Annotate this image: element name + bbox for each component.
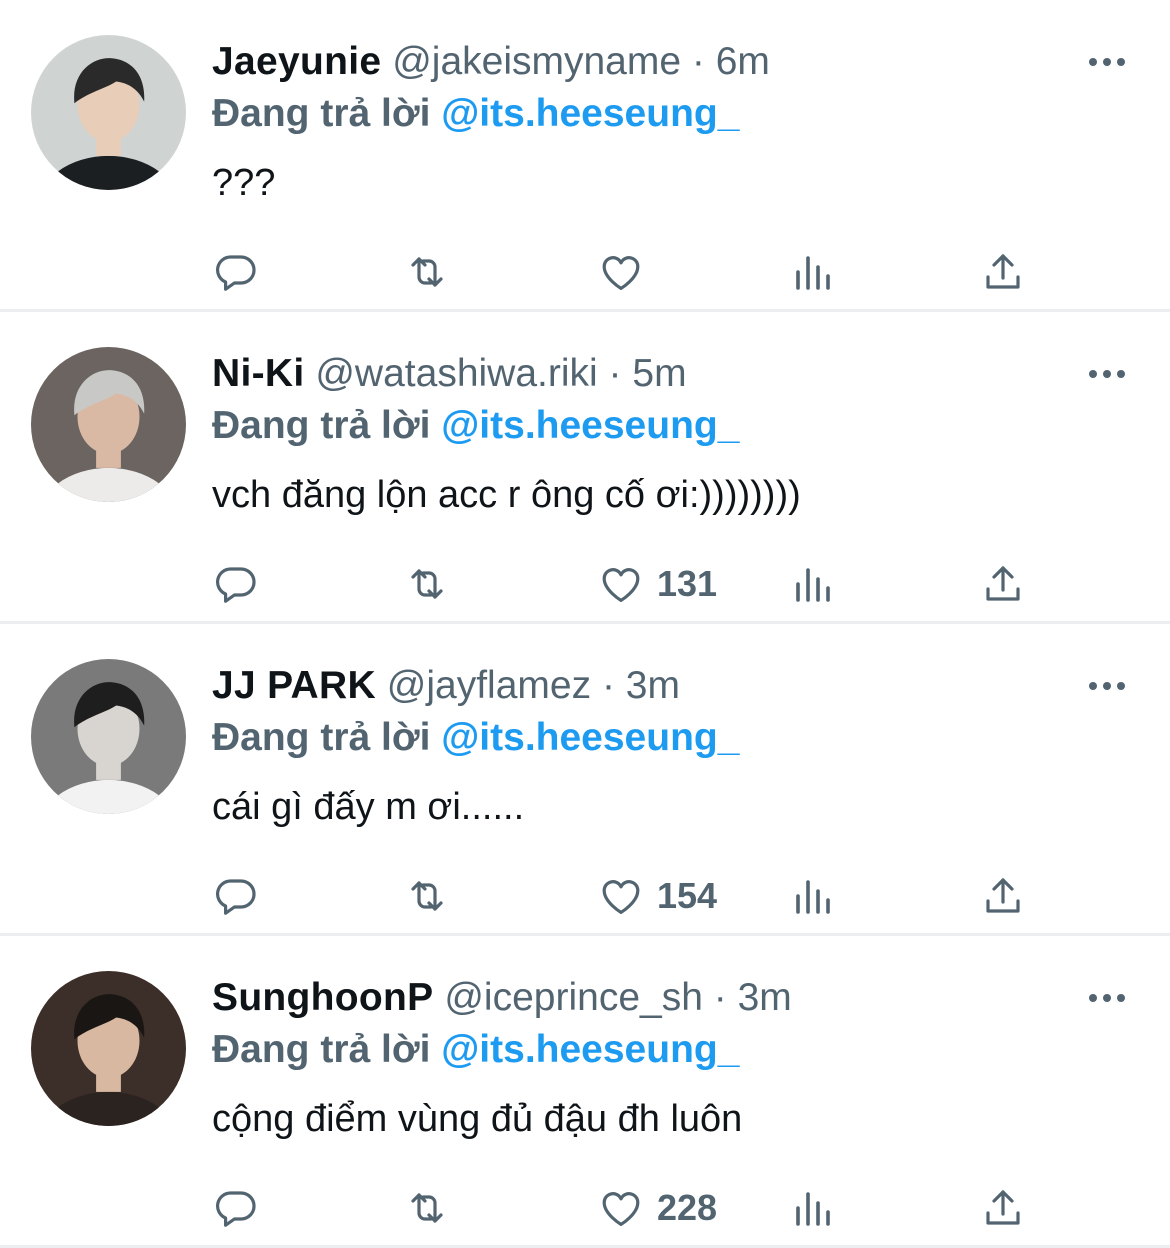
like-count: 154	[657, 875, 718, 916]
avatar[interactable]	[31, 659, 186, 814]
more-icon	[1089, 994, 1125, 1002]
more-button[interactable]	[1086, 50, 1128, 74]
replying-to-label: Đang trả lời	[212, 1028, 431, 1071]
user-handle[interactable]: @watashiwa.riki	[315, 352, 597, 395]
share-icon	[979, 248, 1027, 296]
reply-icon	[212, 872, 260, 920]
tweet-header: Ni-Ki @watashiwa.riki · 5m	[212, 350, 687, 398]
replying-to: Đang trả lời @its.heeseung_	[212, 714, 739, 762]
replying-to-label: Đang trả lời	[212, 92, 431, 135]
separator-dot: ·	[713, 976, 727, 1019]
tweet-text: ???	[212, 162, 276, 204]
tweet-header: SunghoonP @iceprince_sh · 3m	[212, 974, 792, 1022]
like-button[interactable]: 131	[597, 559, 717, 609]
user-handle[interactable]: @iceprince_sh	[444, 976, 703, 1019]
more-button[interactable]	[1086, 362, 1128, 386]
timestamp[interactable]: 5m	[632, 352, 686, 395]
tweet-reply[interactable]: JJ PARK @jayflamez · 3m Đang trả lời @its…	[0, 624, 1170, 936]
mention-link[interactable]: @its.heeseung_	[441, 92, 739, 135]
mention-link[interactable]: @its.heeseung_	[441, 404, 739, 447]
more-button[interactable]	[1086, 674, 1128, 698]
tweet-text: vch đăng lộn acc r ông cố ơi:))))))))	[212, 474, 801, 516]
replying-to: Đang trả lời @its.heeseung_	[212, 90, 739, 138]
retweet-button[interactable]	[403, 871, 451, 921]
tweet-header: Jaeyunie @jakeismyname · 6m	[212, 38, 770, 86]
retweet-icon	[403, 248, 451, 296]
reply-icon	[212, 248, 260, 296]
tweet-reply[interactable]: Jaeyunie @jakeismyname · 6m Đang trả lời …	[0, 0, 1170, 312]
share-button[interactable]	[979, 1183, 1027, 1233]
display-name[interactable]: Jaeyunie	[212, 40, 381, 83]
like-count: 131	[657, 563, 718, 604]
like-icon	[597, 872, 645, 920]
tweet-text: cộng điểm vùng đủ đậu đh luôn	[212, 1098, 743, 1140]
reply-button[interactable]	[212, 559, 260, 609]
avatar[interactable]	[31, 347, 186, 502]
share-icon	[979, 1184, 1027, 1232]
retweet-icon	[403, 872, 451, 920]
views-icon	[789, 248, 837, 296]
retweet-button[interactable]	[403, 1183, 451, 1233]
share-icon	[979, 872, 1027, 920]
tweet-reply[interactable]: Ni-Ki @watashiwa.riki · 5m Đang trả lời @…	[0, 312, 1170, 624]
replying-to-label: Đang trả lời	[212, 716, 431, 759]
like-count: 228	[657, 1187, 718, 1228]
reply-icon	[212, 1184, 260, 1232]
separator-dot: ·	[601, 664, 615, 707]
more-button[interactable]	[1086, 986, 1128, 1010]
more-icon	[1089, 58, 1125, 66]
views-button[interactable]	[789, 871, 837, 921]
like-button[interactable]: 154	[597, 871, 717, 921]
like-icon	[597, 248, 645, 296]
reply-button[interactable]	[212, 1183, 260, 1233]
replies-feed: Jaeyunie @jakeismyname · 6m Đang trả lời …	[0, 0, 1170, 1248]
like-button[interactable]	[597, 247, 645, 297]
avatar[interactable]	[31, 35, 186, 190]
retweet-button[interactable]	[403, 559, 451, 609]
more-icon	[1089, 682, 1125, 690]
views-icon	[789, 872, 837, 920]
like-icon	[597, 1184, 645, 1232]
reply-button[interactable]	[212, 247, 260, 297]
views-button[interactable]	[789, 1183, 837, 1233]
like-button[interactable]: 228	[597, 1183, 717, 1233]
mention-link[interactable]: @its.heeseung_	[441, 716, 739, 759]
share-button[interactable]	[979, 871, 1027, 921]
views-button[interactable]	[789, 559, 837, 609]
timestamp[interactable]: 6m	[716, 40, 770, 83]
tweet-text: cái gì đấy m ơi......	[212, 786, 525, 828]
replying-to: Đang trả lời @its.heeseung_	[212, 1026, 739, 1074]
timestamp[interactable]: 3m	[738, 976, 792, 1019]
reply-icon	[212, 560, 260, 608]
tweet-reply[interactable]: SunghoonP @iceprince_sh · 3m Đang trả lời…	[0, 936, 1170, 1248]
retweet-icon	[403, 560, 451, 608]
user-handle[interactable]: @jakeismyname	[392, 40, 681, 83]
views-icon	[789, 1184, 837, 1232]
avatar[interactable]	[31, 971, 186, 1126]
separator-dot: ·	[608, 352, 622, 395]
more-icon	[1089, 370, 1125, 378]
display-name[interactable]: Ni-Ki	[212, 352, 305, 395]
timestamp[interactable]: 3m	[626, 664, 680, 707]
tweet-header: JJ PARK @jayflamez · 3m	[212, 662, 680, 710]
mention-link[interactable]: @its.heeseung_	[441, 1028, 739, 1071]
share-button[interactable]	[979, 247, 1027, 297]
separator-dot: ·	[691, 40, 705, 83]
replying-to-label: Đang trả lời	[212, 404, 431, 447]
display-name[interactable]: JJ PARK	[212, 664, 376, 707]
views-button[interactable]	[789, 247, 837, 297]
retweet-button[interactable]	[403, 247, 451, 297]
user-handle[interactable]: @jayflamez	[387, 664, 591, 707]
reply-button[interactable]	[212, 871, 260, 921]
share-button[interactable]	[979, 559, 1027, 609]
display-name[interactable]: SunghoonP	[212, 976, 434, 1019]
retweet-icon	[403, 1184, 451, 1232]
replying-to: Đang trả lời @its.heeseung_	[212, 402, 739, 450]
views-icon	[789, 560, 837, 608]
like-icon	[597, 560, 645, 608]
share-icon	[979, 560, 1027, 608]
